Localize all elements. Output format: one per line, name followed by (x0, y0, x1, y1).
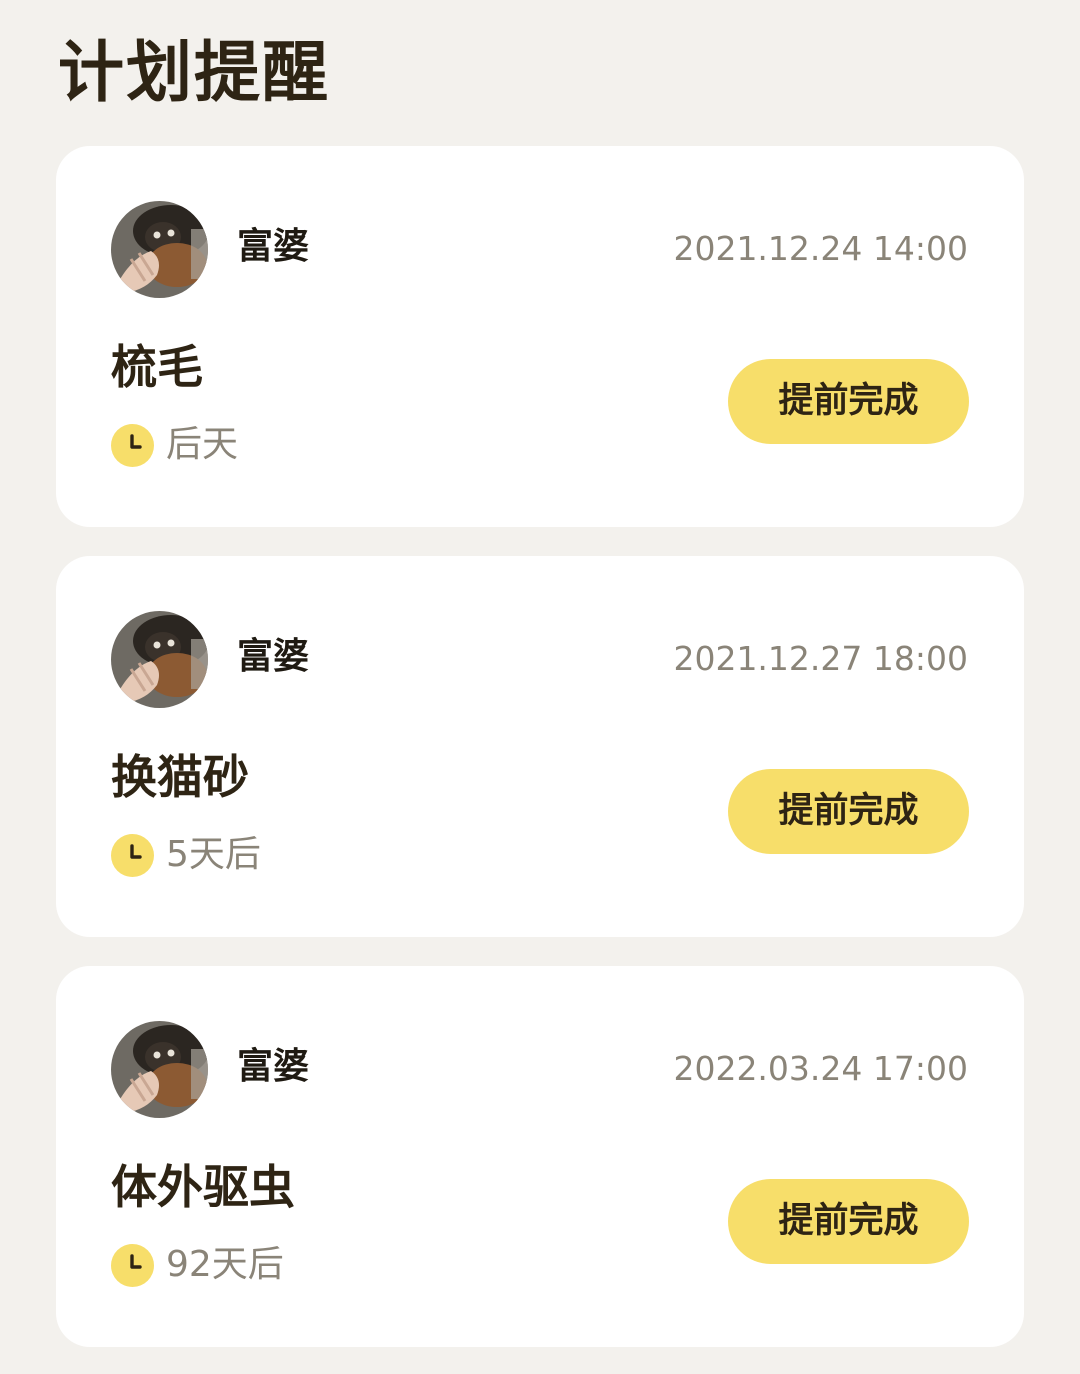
owner-name: 富婆 (237, 636, 310, 677)
avatar (111, 1021, 208, 1118)
finish-early-button[interactable]: 提前完成 (728, 359, 969, 444)
avatar (111, 201, 208, 298)
reminder-card: 富婆 2021.12.24 14:00 梳毛 后天 提前完成 (56, 146, 1024, 527)
finish-early-button[interactable]: 提前完成 (728, 1179, 969, 1264)
task-title: 梳毛 (111, 340, 203, 394)
due-row: 5天后 (111, 832, 261, 878)
task-title: 体外驱虫 (111, 1160, 295, 1214)
due-row: 后天 (111, 422, 238, 468)
finish-early-button[interactable]: 提前完成 (728, 769, 969, 854)
owner-name: 富婆 (237, 1046, 310, 1087)
reminder-datetime: 2021.12.24 14:00 (673, 229, 968, 268)
due-row: 92天后 (111, 1242, 284, 1288)
due-label: 92天后 (166, 1244, 284, 1285)
clock-icon (111, 423, 154, 467)
owner-name: 富婆 (237, 226, 310, 267)
page-title: 计划提醒 (58, 34, 330, 111)
clock-icon (111, 833, 154, 877)
reminder-datetime: 2021.12.27 18:00 (673, 639, 968, 678)
reminder-card: 富婆 2021.12.27 18:00 换猫砂 5天后 提前完成 (56, 556, 1024, 937)
task-title: 换猫砂 (111, 750, 249, 804)
clock-icon (111, 1243, 154, 1287)
due-label: 后天 (166, 424, 239, 465)
avatar (111, 611, 208, 708)
reminder-datetime: 2022.03.24 17:00 (673, 1049, 968, 1088)
due-label: 5天后 (166, 834, 261, 875)
reminder-card: 富婆 2022.03.24 17:00 体外驱虫 92天后 提前完成 (56, 966, 1024, 1347)
